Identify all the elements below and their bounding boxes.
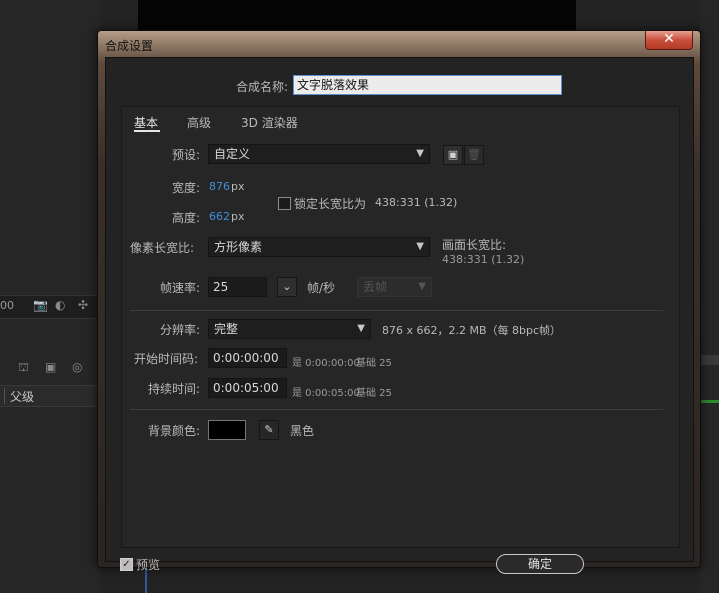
lock-aspect-checkbox[interactable]	[278, 197, 291, 210]
preview-checkbox[interactable]: ✓	[120, 558, 133, 571]
chevron-down-icon: ▼	[416, 241, 424, 252]
dialog-title: 合成设置	[105, 39, 154, 53]
duration-label: 持续时间:	[148, 382, 201, 396]
resolution-value: 完整	[214, 322, 239, 336]
color-channels-icon[interactable]: ✣	[78, 298, 88, 312]
comp-mini-flowchart-icon[interactable]: ⛫	[18, 360, 29, 376]
ok-button[interactable]: 确定	[496, 554, 584, 574]
channel-icon[interactable]: ◐	[55, 298, 65, 312]
dialog-body: 合成名称: 文字脱落效果 基本 高级 3D 渲染器 预设: 自定义 ▼ ▣ 🗑 …	[105, 57, 694, 574]
frame-rate-label: 帧速率:	[160, 281, 201, 295]
delete-preset-button[interactable]: 🗑	[464, 145, 484, 165]
preview-label: 预览	[136, 558, 161, 572]
tab-advanced[interactable]: 高级	[187, 114, 211, 131]
comp-name-label: 合成名称:	[236, 80, 289, 94]
resolution-dropdown[interactable]: 完整 ▼	[208, 319, 371, 339]
tab-3d-renderer[interactable]: 3D 渲染器	[241, 114, 298, 131]
section-divider	[130, 409, 663, 410]
height-unit: px	[231, 210, 245, 223]
bg-color-label: 背景颜色:	[148, 424, 201, 438]
start-timecode-info: 是 0:00:00:00	[292, 358, 360, 369]
column-separator	[4, 388, 5, 404]
bg-color-swatch[interactable]	[208, 420, 246, 440]
camera-icon[interactable]: 📷	[33, 298, 48, 312]
width-value[interactable]: 876	[209, 180, 230, 193]
chevron-down-icon: ▼	[416, 148, 424, 159]
start-timecode-label: 开始时间码:	[134, 352, 199, 366]
viewer-toolbar: 00 📷 ◐ ✣	[0, 295, 100, 319]
duration-base: 基础 25	[356, 388, 392, 399]
resolution-info: 876 x 662，2.2 MB（每 8bpc帧）	[382, 324, 562, 337]
start-timecode-base: 基础 25	[356, 358, 392, 369]
frame-rate-menu-button[interactable]: ⌄	[277, 277, 297, 297]
drop-frame-dropdown[interactable]: 丢帧 ▼	[357, 277, 432, 297]
timeline-column-header: 父级	[0, 385, 100, 407]
close-icon: ✕	[663, 31, 675, 47]
duration-info: 是 0:00:05:00	[292, 388, 360, 399]
bg-color-name: 黑色	[290, 424, 315, 438]
chevron-down-icon: ⌄	[282, 280, 292, 293]
tab-basic[interactable]: 基本	[134, 114, 158, 131]
settings-panel: 基本 高级 3D 渲染器 预设: 自定义 ▼ ▣ 🗑 宽度: 876 px 高度…	[121, 106, 680, 548]
preset-value: 自定义	[214, 147, 251, 161]
drop-frame-value: 丢帧	[363, 280, 388, 294]
duration-input[interactable]: 0:00:05:00	[208, 378, 287, 398]
composition-settings-dialog: 合成设置 ✕ 合成名称: 文字脱落效果 基本 高级 3D 渲染器 预设: 自定义…	[97, 30, 701, 574]
timeline-track	[700, 355, 719, 365]
eyedropper-button[interactable]: ✎	[259, 420, 279, 440]
timeline-work-area-bar	[700, 400, 719, 403]
pixel-aspect-label: 像素长宽比:	[130, 241, 195, 255]
motion-blur-icon[interactable]: ◎	[72, 360, 82, 374]
frame-rate-input[interactable]: 25	[208, 277, 267, 297]
frame-aspect-label: 画面长宽比:	[442, 238, 507, 252]
chevron-down-icon: ▼	[357, 323, 365, 334]
eyedropper-icon: ✎	[264, 423, 274, 436]
preset-dropdown[interactable]: 自定义 ▼	[208, 144, 430, 164]
close-button[interactable]: ✕	[645, 31, 693, 50]
save-preset-button[interactable]: ▣	[443, 145, 463, 165]
lock-aspect-label: 锁定长宽比为	[294, 197, 367, 211]
section-divider	[130, 310, 663, 311]
lock-aspect-ratio: 438:331 (1.32)	[375, 196, 458, 209]
timecode-text: 00	[0, 299, 14, 312]
parent-column-label: 父级	[10, 390, 35, 404]
pixel-aspect-dropdown[interactable]: 方形像素 ▼	[208, 237, 430, 257]
active-tab-indicator	[134, 130, 160, 132]
composition-viewer	[138, 0, 576, 30]
width-label: 宽度:	[172, 181, 201, 195]
comp-name-input[interactable]: 文字脱落效果	[293, 75, 562, 95]
pixel-aspect-value: 方形像素	[214, 240, 263, 254]
resolution-label: 分辨率:	[160, 323, 201, 337]
width-unit: px	[231, 180, 245, 193]
preset-label: 预设:	[172, 148, 201, 162]
height-label: 高度:	[172, 211, 201, 225]
frame-rate-unit: 帧/秒	[307, 281, 336, 295]
frame-aspect-value: 438:331 (1.32)	[442, 253, 525, 266]
height-value[interactable]: 662	[209, 210, 230, 223]
start-timecode-input[interactable]: 0:00:00:00	[208, 348, 287, 368]
trash-icon: 🗑	[467, 148, 481, 161]
chevron-down-icon: ▼	[418, 281, 426, 292]
frame-blending-icon[interactable]: ▣	[45, 360, 56, 374]
checkmark-icon: ✓	[122, 559, 131, 570]
right-panel	[700, 0, 719, 593]
save-icon: ▣	[447, 148, 459, 161]
